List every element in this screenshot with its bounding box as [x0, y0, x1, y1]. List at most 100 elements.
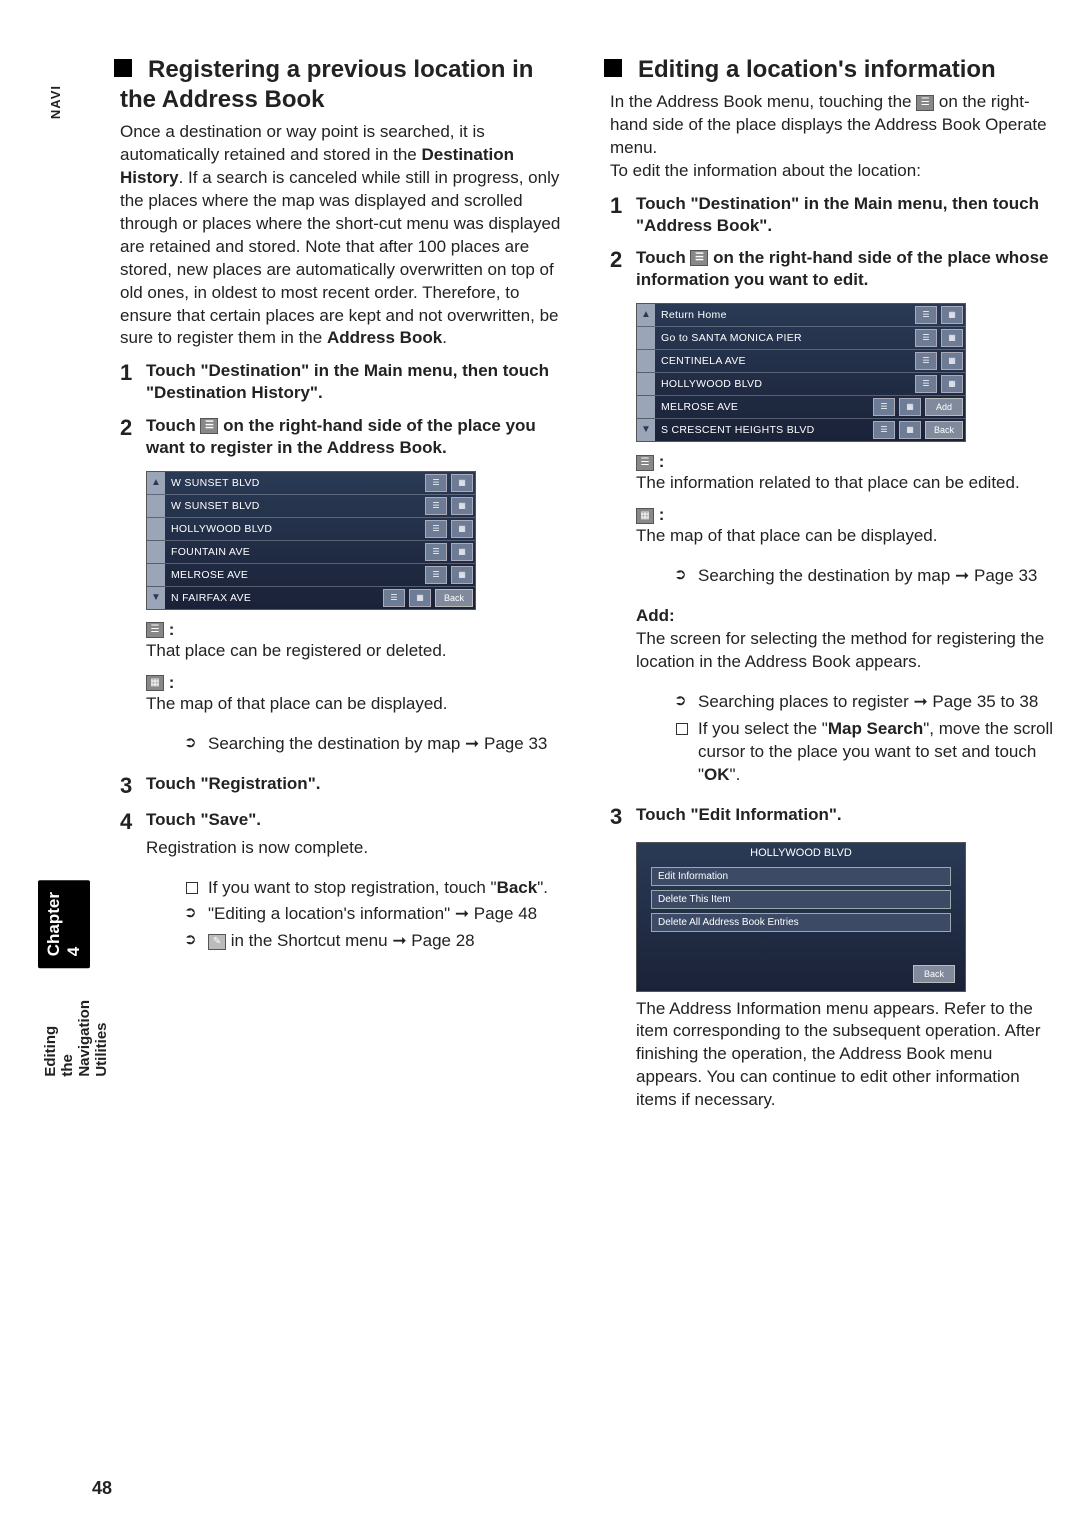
- add-text: The screen for selecting the method for …: [636, 628, 1060, 674]
- list-item[interactable]: W SUNSET BLVD: [165, 496, 423, 516]
- step-number: 3: [610, 804, 636, 830]
- scroll-down-icon[interactable]: ▼: [637, 419, 655, 441]
- map-icon[interactable]: ▦: [941, 375, 963, 393]
- icon2-text: The map of that place can be displayed.: [146, 693, 570, 716]
- icon-explain-list: ☰ :: [146, 620, 570, 640]
- map-icon[interactable]: ▦: [941, 329, 963, 347]
- navi-tab: NAVI: [48, 85, 63, 119]
- step4-sub: Registration is now complete.: [146, 837, 570, 860]
- note-item: If you select the "Map Search", move the…: [676, 718, 1060, 787]
- list-item[interactable]: Return Home: [655, 305, 913, 325]
- right-icon1-text: The information related to that place ca…: [636, 472, 1060, 495]
- cross-ref: Searching the destination by map ➞ Page …: [186, 733, 570, 756]
- list-icon[interactable]: ☰: [383, 589, 405, 607]
- list-icon[interactable]: ☰: [425, 497, 447, 515]
- list-icon: ☰: [636, 455, 654, 471]
- destination-history-screenshot: ▲ W SUNSET BLVD ☰▦ W SUNSET BLVD ☰▦ HOLL…: [146, 471, 476, 610]
- cross-ref: Searching places to register ➞ Page 35 t…: [676, 691, 1060, 714]
- back-button[interactable]: Back: [913, 965, 955, 983]
- list-item[interactable]: CENTINELA AVE: [655, 351, 913, 371]
- right-heading: Editing a location's information: [610, 55, 1060, 85]
- step-number: 2: [610, 247, 636, 291]
- shot2-title: HOLLYWOOD BLVD: [637, 843, 965, 863]
- map-icon[interactable]: ▦: [941, 352, 963, 370]
- list-item[interactable]: S CRESCENT HEIGHTS BLVD: [655, 420, 871, 440]
- scroll-down-icon[interactable]: ▼: [147, 587, 165, 609]
- cross-ref: "Editing a location's information" ➞ Pag…: [186, 903, 570, 926]
- edit-information-option[interactable]: Edit Information: [651, 867, 951, 886]
- register-icon: ✎: [208, 934, 226, 950]
- map-icon: ▦: [636, 508, 654, 524]
- step-number: 2: [120, 415, 146, 459]
- right-intro: In the Address Book menu, touching the ☰…: [610, 91, 1060, 183]
- step-number: 1: [120, 360, 146, 404]
- list-icon: ☰: [200, 418, 218, 434]
- list-icon[interactable]: ☰: [915, 375, 937, 393]
- map-icon[interactable]: ▦: [451, 543, 473, 561]
- list-icon[interactable]: ☰: [425, 566, 447, 584]
- list-icon[interactable]: ☰: [915, 306, 937, 324]
- list-item[interactable]: HOLLYWOOD BLVD: [165, 519, 423, 539]
- cross-ref: Searching the destination by map ➞ Page …: [676, 565, 1060, 588]
- operate-menu-screenshot: HOLLYWOOD BLVD Edit Information Delete T…: [636, 842, 966, 992]
- list-icon: ☰: [146, 622, 164, 638]
- list-icon[interactable]: ☰: [425, 520, 447, 538]
- list-icon: ☰: [916, 95, 934, 111]
- right-step2: Touch ☰ on the right-hand side of the pl…: [636, 247, 1060, 291]
- list-icon[interactable]: ☰: [915, 329, 937, 347]
- back-button[interactable]: Back: [925, 421, 963, 439]
- delete-all-option[interactable]: Delete All Address Book Entries: [651, 913, 951, 932]
- list-item[interactable]: MELROSE AVE: [165, 565, 423, 585]
- icon-explain-list: ☰ :: [636, 452, 1060, 472]
- section-tab: Editing the Navigation Utilities: [42, 1000, 110, 1077]
- left-step3: Touch "Registration".: [146, 773, 320, 799]
- map-icon[interactable]: ▦: [451, 520, 473, 538]
- scroll-up-icon[interactable]: ▲: [147, 472, 165, 494]
- list-item[interactable]: MELROSE AVE: [655, 397, 871, 417]
- icon-explain-map: ▦ :: [146, 673, 570, 693]
- address-book-screenshot: ▲ Return Home ☰▦ Go to SANTA MONICA PIER…: [636, 303, 966, 442]
- back-button[interactable]: Back: [435, 589, 473, 607]
- left-intro: Once a destination or way point is searc…: [120, 121, 570, 350]
- scroll-up-icon[interactable]: ▲: [637, 304, 655, 326]
- list-item[interactable]: N FAIRFAX AVE: [165, 588, 381, 608]
- chapter-tab: Chapter 4: [38, 880, 90, 968]
- map-icon[interactable]: ▦: [899, 421, 921, 439]
- left-step4: Touch "Save".: [146, 809, 261, 835]
- left-step1: Touch "Destination" in the Main menu, th…: [146, 360, 570, 404]
- step-number: 1: [610, 193, 636, 237]
- list-item[interactable]: W SUNSET BLVD: [165, 473, 423, 493]
- left-step2: Touch ☰ on the right-hand side of the pl…: [146, 415, 570, 459]
- list-icon[interactable]: ☰: [873, 398, 895, 416]
- map-icon[interactable]: ▦: [409, 589, 431, 607]
- add-label: Add:: [636, 605, 1060, 628]
- icon1-text: That place can be registered or deleted.: [146, 640, 570, 663]
- cross-ref: ✎ in the Shortcut menu ➞ Page 28: [186, 930, 570, 953]
- list-icon[interactable]: ☰: [425, 474, 447, 492]
- delete-this-item-option[interactable]: Delete This Item: [651, 890, 951, 909]
- list-icon[interactable]: ☰: [873, 421, 895, 439]
- map-icon[interactable]: ▦: [451, 566, 473, 584]
- right-step3: Touch "Edit Information".: [636, 804, 842, 830]
- list-icon[interactable]: ☰: [425, 543, 447, 561]
- map-icon: ▦: [146, 675, 164, 691]
- page-number: 48: [92, 1478, 112, 1499]
- step-number: 3: [120, 773, 146, 799]
- list-icon[interactable]: ☰: [915, 352, 937, 370]
- map-icon[interactable]: ▦: [451, 474, 473, 492]
- right-step1: Touch "Destination" in the Main menu, th…: [636, 193, 1060, 237]
- map-icon[interactable]: ▦: [941, 306, 963, 324]
- note-item: If you want to stop registration, touch …: [186, 877, 570, 900]
- right-icon2-text: The map of that place can be displayed.: [636, 525, 1060, 548]
- map-icon[interactable]: ▦: [451, 497, 473, 515]
- list-icon: ☰: [690, 250, 708, 266]
- list-item[interactable]: Go to SANTA MONICA PIER: [655, 328, 913, 348]
- list-item[interactable]: FOUNTAIN AVE: [165, 542, 423, 562]
- map-icon[interactable]: ▦: [899, 398, 921, 416]
- left-heading: Registering a previous location in the A…: [120, 55, 570, 115]
- list-item[interactable]: HOLLYWOOD BLVD: [655, 374, 913, 394]
- icon-explain-map: ▦ :: [636, 505, 1060, 525]
- add-button[interactable]: Add: [925, 398, 963, 416]
- step-number: 4: [120, 809, 146, 835]
- after-text: The Address Information menu appears. Re…: [636, 998, 1060, 1113]
